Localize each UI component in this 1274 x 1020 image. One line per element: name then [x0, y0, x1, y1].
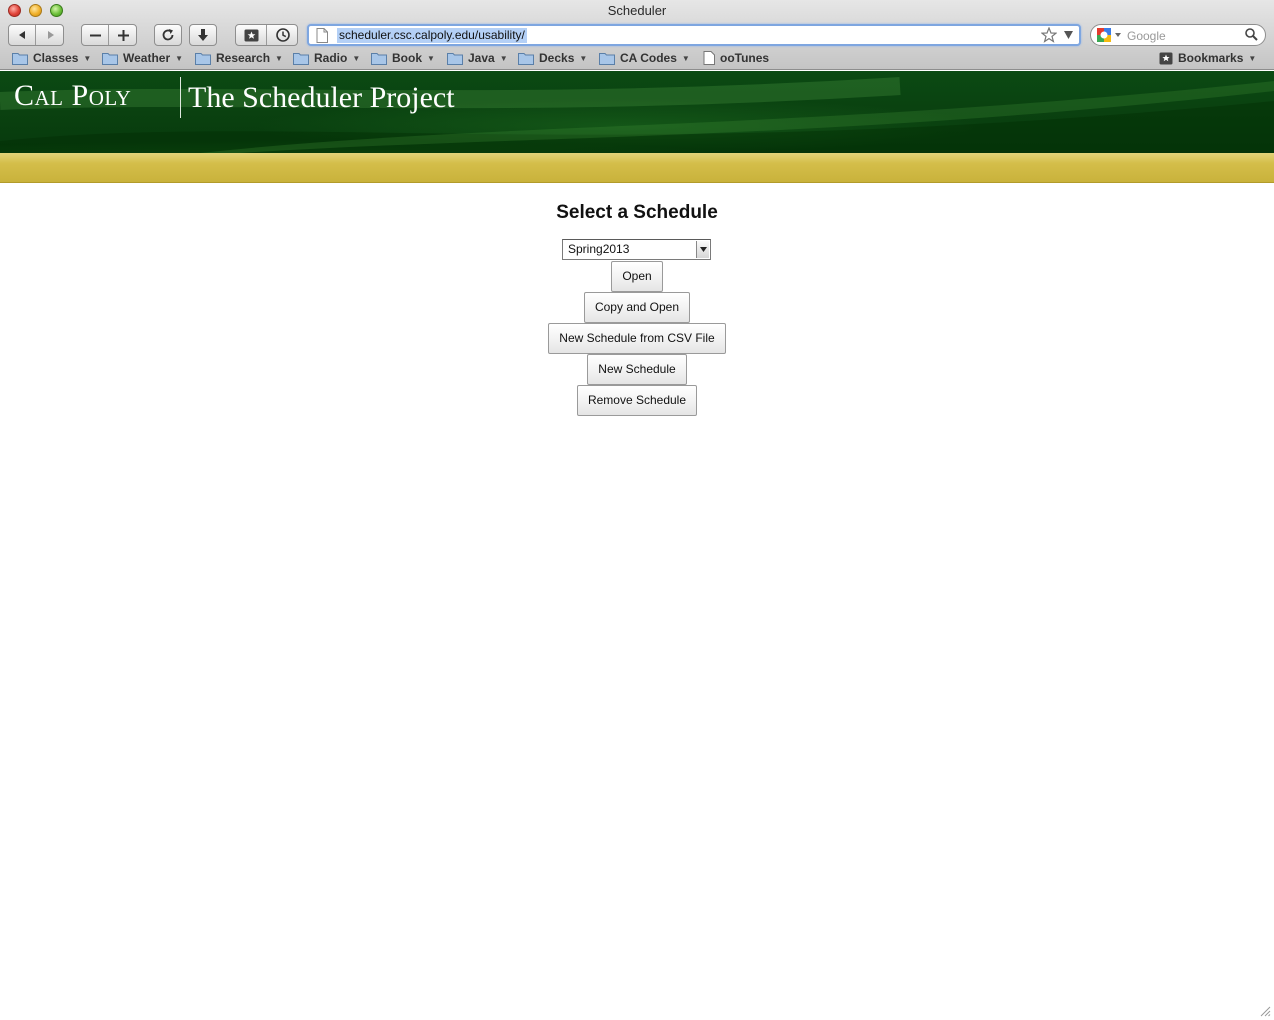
resize-grip-icon[interactable] — [1260, 1006, 1271, 1017]
site-header: Cal Poly The Scheduler Project — [0, 71, 1274, 153]
folder-icon — [102, 52, 118, 65]
bookmark-label: Radio — [314, 51, 348, 65]
bookmark-folder-book[interactable]: Book ▼ — [371, 50, 435, 66]
chevron-down-icon: ▼ — [275, 53, 283, 63]
history-button[interactable] — [268, 25, 298, 45]
chevron-down-icon: ▼ — [1248, 53, 1257, 63]
back-forward-control — [8, 24, 64, 46]
reload-icon — [162, 29, 174, 41]
bookmarks-menu[interactable]: Bookmarks ▼ — [1159, 50, 1256, 66]
search-field[interactable]: Google — [1090, 24, 1266, 46]
bookmarks-icon — [1159, 52, 1173, 64]
reload-button[interactable] — [154, 24, 182, 46]
folder-icon — [12, 52, 28, 65]
bookmarks-history-control — [235, 24, 298, 46]
chevron-down-icon: ▼ — [352, 53, 361, 63]
cal-poly-logo[interactable]: Cal Poly — [14, 79, 131, 113]
bookmark-label: ooTunes — [720, 51, 770, 65]
browser-chrome: Scheduler scheduler.csc.calpoly.edu/usab… — [0, 0, 1274, 70]
clock-icon — [276, 28, 290, 42]
schedule-select[interactable]: Spring2013 — [562, 239, 711, 260]
copy-and-open-button[interactable]: Copy and Open — [584, 292, 690, 323]
header-gold-band — [0, 153, 1274, 183]
folder-icon — [371, 52, 387, 65]
chevron-down-icon: ▼ — [579, 53, 588, 63]
chevron-down-icon: ▼ — [499, 53, 508, 63]
page-icon — [316, 28, 328, 43]
folder-icon — [293, 52, 309, 65]
search-icon[interactable] — [1245, 28, 1258, 41]
new-schedule-button[interactable]: New Schedule — [587, 354, 687, 385]
bookmark-folder-classes[interactable]: Classes ▼ — [12, 50, 91, 66]
bookmark-label: CA Codes — [620, 51, 677, 65]
chevron-down-icon: ▼ — [681, 53, 690, 63]
folder-icon — [195, 52, 211, 65]
bookmark-folder-ca-codes[interactable]: CA Codes ▼ — [599, 50, 690, 66]
bookmark-label: Decks — [539, 51, 575, 65]
window-title: Scheduler — [607, 3, 667, 18]
bookmark-folder-radio[interactable]: Radio ▼ — [293, 50, 360, 66]
page-icon — [703, 51, 715, 65]
search-placeholder: Google — [1127, 29, 1166, 43]
bookmark-label: Java — [468, 51, 495, 65]
chevron-down-icon: ▼ — [175, 53, 184, 63]
zoom-control — [81, 24, 137, 46]
show-bookmarks-button[interactable] — [236, 25, 267, 45]
back-button[interactable] — [9, 25, 36, 45]
bookmark-folder-research[interactable]: Research ▼ — [195, 50, 283, 66]
bookmark-label: Weather — [123, 51, 171, 65]
selected-schedule: Spring2013 — [568, 242, 630, 256]
title-bar: Scheduler — [0, 0, 1274, 22]
back-arrow-icon — [19, 31, 25, 39]
folder-icon — [599, 52, 615, 65]
bookmark-star-icon[interactable] — [1041, 27, 1057, 43]
plus-icon — [118, 29, 129, 41]
bookmark-folder-decks[interactable]: Decks ▼ — [518, 50, 587, 66]
page-heading: Select a Schedule — [556, 202, 718, 223]
url-dropdown-icon[interactable] — [1064, 31, 1073, 39]
chevron-down-icon[interactable] — [696, 241, 709, 258]
forward-button[interactable] — [37, 25, 64, 45]
new-schedule-from-csv-button[interactable]: New Schedule from CSV File — [548, 323, 726, 354]
folder-icon — [447, 52, 463, 65]
bookmark-page-ootunes[interactable]: ooTunes — [703, 50, 769, 66]
remove-schedule-button[interactable]: Remove Schedule — [577, 385, 697, 416]
forward-arrow-icon — [47, 31, 54, 39]
chevron-down-icon: ▼ — [83, 53, 92, 63]
chevron-down-icon: ▼ — [427, 53, 435, 63]
bookmark-folder-java[interactable]: Java ▼ — [447, 50, 508, 66]
minus-icon — [89, 34, 101, 36]
open-button[interactable]: Open — [611, 261, 663, 292]
project-title: The Scheduler Project — [188, 81, 455, 114]
zoom-out-button[interactable] — [82, 25, 109, 45]
bookmark-folder-weather[interactable]: Weather ▼ — [102, 50, 183, 66]
url-text: scheduler.csc.calpoly.edu/usability/ — [337, 28, 527, 43]
address-bar[interactable]: scheduler.csc.calpoly.edu/usability/ — [307, 24, 1081, 46]
header-divider — [180, 77, 181, 118]
download-icon — [198, 29, 208, 41]
folder-icon — [518, 52, 534, 65]
zoom-in-button[interactable] — [110, 25, 137, 45]
bookmarks-menu-label: Bookmarks — [1178, 51, 1244, 65]
bookmarks-icon — [244, 29, 258, 41]
bookmark-label: Book — [392, 51, 422, 65]
download-button[interactable] — [189, 24, 217, 46]
bookmark-label: Research — [216, 51, 271, 65]
bookmark-label: Classes — [33, 51, 79, 65]
google-search-engine-icon[interactable] — [1097, 28, 1123, 42]
bookmarks-bar: Classes ▼ Weather ▼ Research ▼ Radio ▼ Book ▼… — [0, 48, 1274, 68]
